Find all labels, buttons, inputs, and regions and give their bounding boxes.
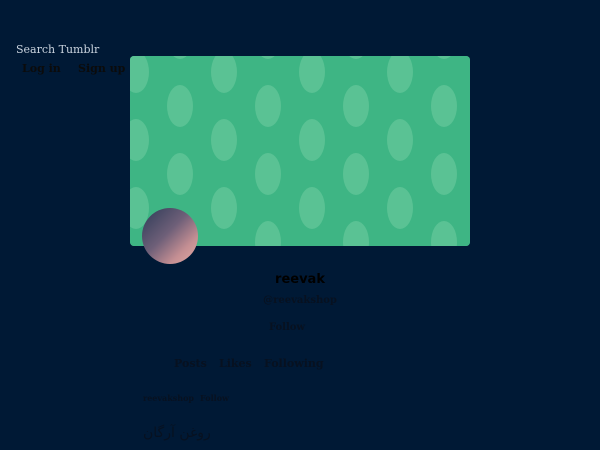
signup-link[interactable]: Sign up	[78, 62, 125, 75]
login-link[interactable]: Log in	[22, 62, 61, 75]
tab-likes[interactable]: Likes	[219, 357, 252, 370]
blog-title: reevak	[275, 272, 325, 287]
search-input[interactable]: Search Tumblr	[16, 43, 99, 56]
post-text: روغن آرگان	[143, 425, 211, 441]
tumblr-blog-page: Search Tumblr Log in Sign up reevak @ree…	[0, 0, 600, 450]
blog-handle: @reevakshop	[263, 295, 337, 306]
post-follow-button[interactable]: Follow	[200, 393, 229, 403]
follow-button[interactable]: Follow	[0, 322, 574, 333]
tab-following[interactable]: Following	[264, 357, 324, 370]
avatar[interactable]	[142, 208, 198, 264]
post-header: reevakshop Follow	[143, 393, 229, 403]
post-author[interactable]: reevakshop	[143, 393, 194, 403]
tab-posts[interactable]: Posts	[174, 357, 207, 370]
